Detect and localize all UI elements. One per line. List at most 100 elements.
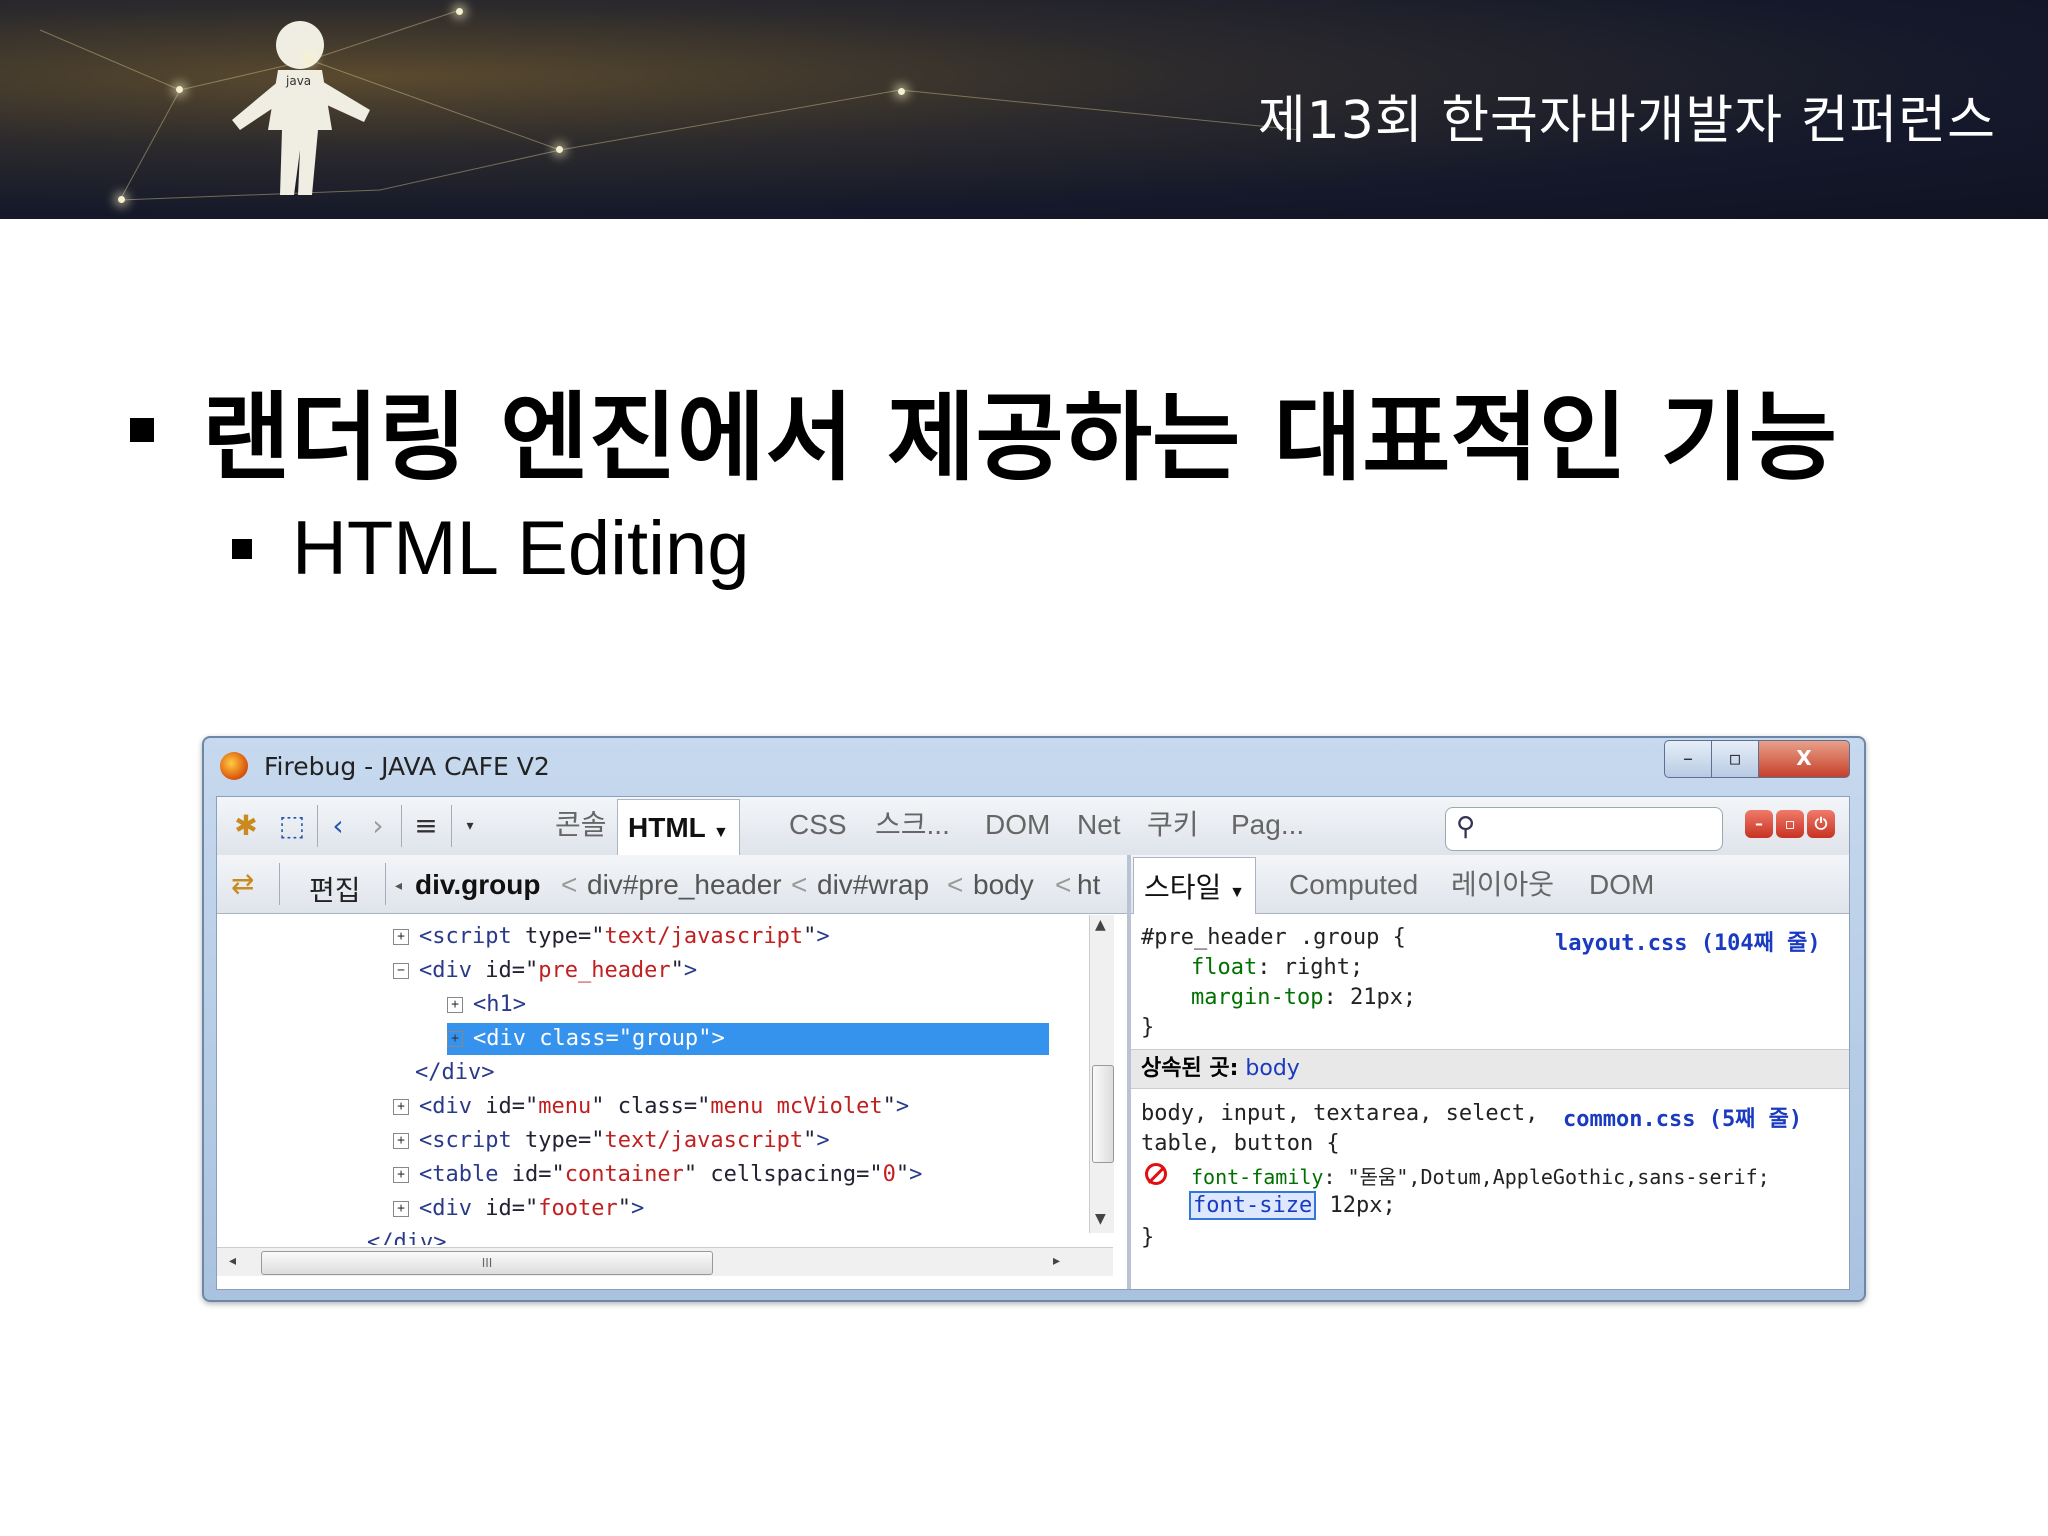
attr-name[interactable]: cellspacing=" — [697, 1162, 882, 1187]
vertical-scrollbar[interactable]: ▲ ▼ — [1089, 915, 1114, 1233]
css-source-link[interactable]: common.css (5째 줄) — [1563, 1101, 1802, 1133]
breadcrumb-item[interactable]: ht — [1077, 869, 1100, 901]
css-property[interactable]: margin-top: 21px; — [1191, 985, 1416, 1010]
breadcrumb-item[interactable]: div#wrap — [817, 869, 929, 901]
tree-node[interactable]: </div> — [367, 1227, 446, 1245]
tab-side-dom[interactable]: DOM — [1579, 855, 1664, 911]
attr-quote: " — [670, 958, 684, 983]
scroll-thumb[interactable]: III — [261, 1251, 713, 1275]
tree-node[interactable]: + <script type="text/javascript"> — [393, 921, 830, 953]
scroll-left-icon[interactable]: ◂ — [229, 1253, 236, 1269]
tree-node[interactable]: </div> — [415, 1057, 494, 1089]
attr-value[interactable]: group — [632, 1026, 698, 1051]
expand-icon[interactable]: + — [447, 1031, 463, 1047]
expand-icon[interactable]: + — [393, 929, 409, 945]
attr-value[interactable]: container — [565, 1162, 684, 1187]
css-source-link[interactable]: layout.css (104째 줄) — [1555, 925, 1821, 957]
scroll-left-icon[interactable]: ◂ — [395, 877, 402, 894]
tab-html[interactable]: HTML ▼ — [617, 799, 740, 856]
scroll-up-icon[interactable]: ▲ — [1095, 917, 1106, 933]
expand-icon[interactable]: + — [393, 1167, 409, 1183]
tab-pagespeed[interactable]: Pag... — [1221, 797, 1314, 853]
tree-node[interactable]: − <div id="pre_header"> — [393, 955, 697, 987]
close-button[interactable]: X — [1758, 740, 1850, 778]
css-selector[interactable]: table, button { — [1141, 1131, 1340, 1156]
expand-icon[interactable]: + — [393, 1201, 409, 1217]
breadcrumb-item[interactable]: div#pre_header — [587, 869, 782, 901]
attr-name[interactable]: type=" — [525, 924, 604, 949]
forward-icon[interactable]: › — [361, 809, 395, 843]
menu-list-icon[interactable]: ≡ — [409, 809, 443, 843]
tag-close: > — [683, 958, 698, 983]
css-selector[interactable]: #pre_header .group { — [1141, 925, 1406, 950]
tree-node[interactable]: + <script type="text/javascript"> — [393, 1125, 830, 1157]
tree-node[interactable]: + <div id="menu" class="menu mcViolet"> — [393, 1091, 909, 1123]
attr-value[interactable]: pre_header — [538, 958, 670, 983]
breadcrumb-item[interactable]: div.group — [415, 869, 540, 901]
close-firebug-icon[interactable]: ⏻ — [1807, 810, 1835, 838]
attr-name[interactable]: id=" — [485, 958, 538, 983]
tab-style[interactable]: 스타일 ▼ — [1133, 857, 1256, 914]
dropdown-arrow-icon[interactable]: ▾ — [453, 809, 487, 843]
attr-quote: " — [803, 1128, 817, 1153]
collapse-icon[interactable]: − — [393, 963, 409, 979]
tab-net[interactable]: Net — [1067, 797, 1131, 853]
heading-text: 랜더링 엔진에서 제공하는 대표적인 기능 — [202, 382, 1838, 494]
tab-css[interactable]: CSS — [779, 797, 857, 853]
disabled-property-icon[interactable] — [1145, 1163, 1167, 1185]
inherited-from-link[interactable]: body — [1245, 1056, 1299, 1081]
edit-button[interactable]: 편집 — [309, 869, 361, 909]
scroll-thumb[interactable] — [1092, 1065, 1114, 1163]
expand-icon[interactable]: + — [393, 1099, 409, 1115]
inspect-icon[interactable]: ⬚ — [275, 809, 309, 843]
attr-value[interactable]: text/javascript — [604, 924, 803, 949]
attr-value[interactable]: text/javascript — [604, 1128, 803, 1153]
search-input[interactable]: ⚲ — [1445, 807, 1723, 851]
tree-node[interactable]: + <h1> — [447, 989, 526, 1021]
attr-name[interactable]: id=" — [512, 1162, 565, 1187]
attr-name[interactable]: class=" — [539, 1026, 632, 1051]
expand-icon[interactable]: + — [447, 997, 463, 1013]
tree-node[interactable]: + <table id="container" cellspacing="0"> — [393, 1159, 922, 1191]
expand-icon[interactable]: + — [393, 1133, 409, 1149]
style-panel: 스타일 ▼ Computed 레이아웃 DOM #pre_header .gro… — [1131, 855, 1849, 1289]
tab-layout[interactable]: 레이아웃 — [1441, 855, 1564, 911]
attr-name[interactable]: id=" — [485, 1196, 538, 1221]
tab-script[interactable]: 스크... — [865, 797, 960, 853]
scroll-right-icon[interactable]: ▸ — [1053, 1253, 1060, 1269]
tab-cookies[interactable]: 쿠키 — [1137, 797, 1209, 853]
tab-console[interactable]: 콘솔 — [545, 797, 617, 853]
attr-name[interactable]: type=" — [525, 1128, 604, 1153]
tab-computed[interactable]: Computed — [1279, 855, 1428, 911]
tag-name: <div — [419, 1094, 486, 1119]
attr-value[interactable]: 0 — [883, 1162, 896, 1187]
css-property[interactable]: float: right; — [1191, 955, 1363, 980]
attr-value[interactable]: menu — [538, 1094, 591, 1119]
subheading-text: HTML Editing — [292, 506, 750, 591]
back-icon[interactable]: ‹ — [321, 809, 355, 843]
attr-value[interactable]: menu mcViolet — [710, 1094, 882, 1119]
horizontal-scrollbar[interactable]: ◂ III ▸ — [217, 1247, 1113, 1276]
tab-dom[interactable]: DOM — [975, 797, 1060, 853]
title-bar[interactable]: Firebug - JAVA CAFE V2 – ▫ X — [204, 738, 1864, 788]
css-prop-name-editor[interactable]: font-size — [1189, 1191, 1317, 1220]
breadcrumb-item[interactable]: body — [973, 869, 1034, 901]
scroll-down-icon[interactable]: ▼ — [1095, 1211, 1106, 1227]
css-property[interactable]: font-size 12px; — [1189, 1191, 1396, 1220]
tree-node[interactable]: + <div class="group"> — [447, 1023, 1049, 1055]
svg-text:java: java — [285, 74, 311, 88]
attr-name[interactable]: class=" — [604, 1094, 711, 1119]
edit-toggle-icon[interactable]: ⇄ — [231, 867, 254, 900]
firebug-bug-icon[interactable]: ✱ — [229, 809, 263, 843]
css-property[interactable]: font-family: "돋움",Dotum,AppleGothic,sans… — [1191, 1161, 1770, 1190]
tree-node[interactable]: + <div id="footer"> — [393, 1193, 644, 1225]
css-rule-close: } — [1141, 1015, 1155, 1040]
attr-name[interactable]: id=" — [485, 1094, 538, 1119]
attr-value[interactable]: footer — [538, 1196, 617, 1221]
maximize-button[interactable]: ▫ — [1711, 740, 1759, 778]
detach-firebug-icon[interactable]: ▫ — [1776, 810, 1804, 838]
minimize-button[interactable]: – — [1664, 740, 1712, 778]
css-selector[interactable]: body, input, textarea, select, — [1141, 1101, 1538, 1126]
minimize-firebug-icon[interactable]: – — [1745, 810, 1773, 838]
star-icon — [556, 146, 563, 153]
